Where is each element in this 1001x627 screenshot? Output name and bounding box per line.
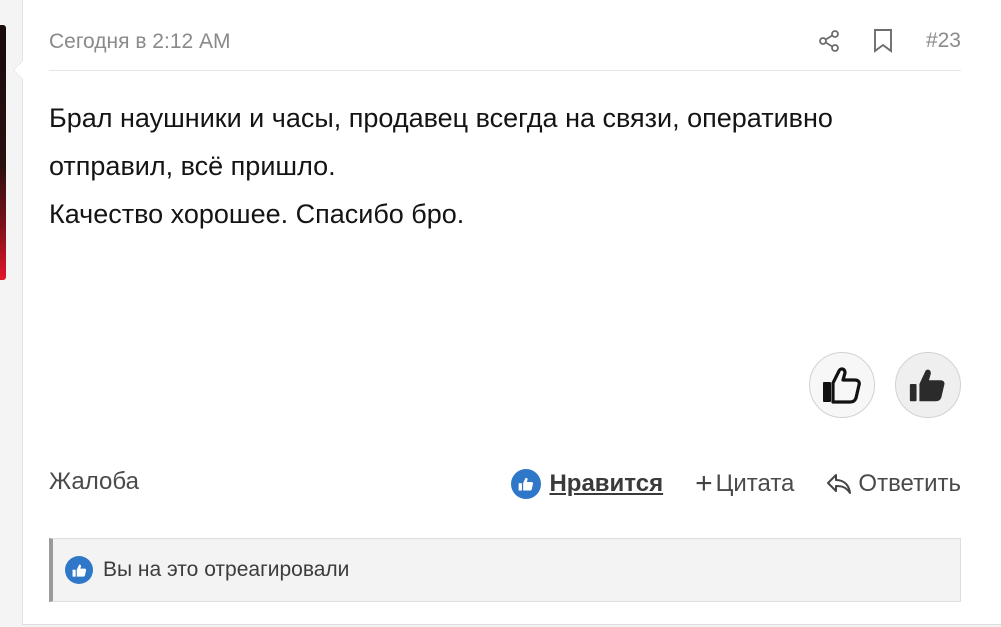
post-body-line: Качество хорошее. Спасибо бро. bbox=[49, 199, 465, 229]
reaction-buttons bbox=[809, 352, 961, 418]
share-icon[interactable] bbox=[816, 28, 842, 54]
like-outline-button[interactable] bbox=[809, 352, 875, 418]
report-link[interactable]: Жалоба bbox=[49, 468, 139, 496]
like-filled-button[interactable] bbox=[895, 352, 961, 418]
like-button[interactable]: Нравится bbox=[511, 469, 663, 499]
footer-actions: Нравится + Цитата Ответить bbox=[511, 464, 961, 504]
post-pointer bbox=[13, 60, 23, 80]
reaction-summary[interactable]: Вы на это отреагировали bbox=[49, 538, 961, 602]
post-number[interactable]: #23 bbox=[926, 29, 961, 53]
quote-button[interactable]: + Цитата bbox=[695, 469, 794, 499]
avatar[interactable] bbox=[0, 25, 6, 280]
reaction-summary-text: Вы на это отреагировали bbox=[103, 558, 350, 581]
thumbs-up-filled-icon bbox=[909, 369, 945, 402]
post-body: Брал наушники и часы, продавец всегда на… bbox=[49, 94, 961, 238]
plus-icon: + bbox=[695, 467, 713, 500]
like-label: Нравится bbox=[549, 470, 664, 497]
reply-button[interactable]: Ответить bbox=[826, 470, 961, 498]
bookmark-icon[interactable] bbox=[870, 28, 896, 54]
post-body-line: отправил, всё пришло. bbox=[49, 151, 336, 181]
like-badge-icon bbox=[511, 469, 542, 499]
post-date[interactable]: Сегодня в 2:12 AM bbox=[49, 30, 231, 54]
header-actions: #23 bbox=[816, 28, 961, 54]
like-badge-icon bbox=[65, 556, 93, 584]
reply-label: Ответить bbox=[858, 470, 961, 497]
post-footer: Жалоба Нравится + Цитата Ответить bbox=[49, 464, 961, 504]
post-header: Сегодня в 2:12 AM #23 bbox=[49, 20, 961, 71]
post-body-line: Брал наушники и часы, продавец всегда на… bbox=[49, 103, 833, 133]
thumbs-up-outline-icon bbox=[823, 367, 861, 404]
reply-icon bbox=[826, 472, 852, 496]
post-card: Сегодня в 2:12 AM #23 Брал наушники и ча… bbox=[13, 0, 1001, 625]
quote-label: Цитата bbox=[715, 470, 795, 497]
